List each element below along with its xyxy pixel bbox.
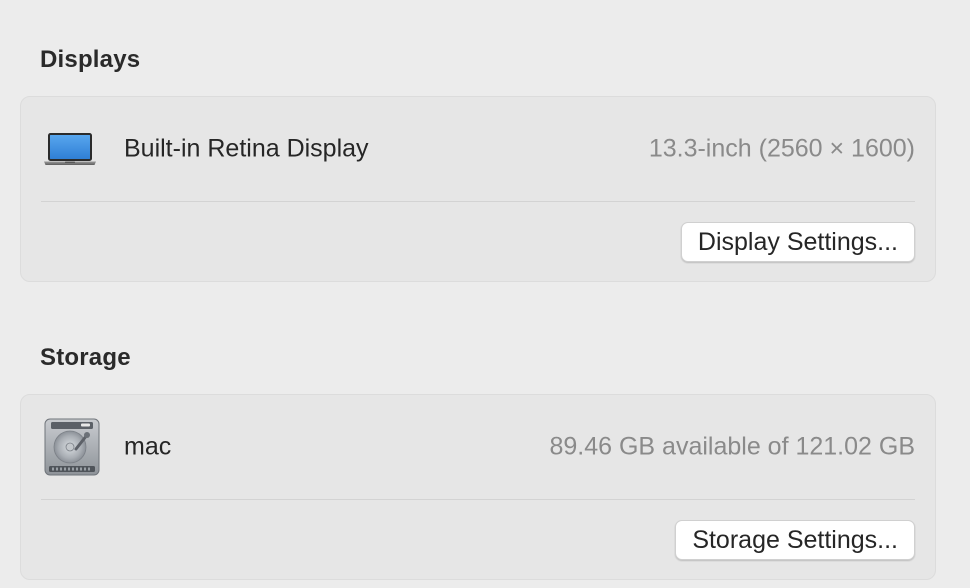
storage-row: mac 89.46 GB available of 121.02 GB (21, 395, 935, 499)
displays-section-title: Displays (40, 46, 141, 73)
laptop-icon (43, 132, 97, 166)
storage-section-title: Storage (40, 344, 131, 371)
storage-capacity: 89.46 GB available of 121.02 GB (549, 432, 915, 461)
displays-group: Built-in Retina Display 13.3-inch (2560 … (20, 96, 936, 282)
display-settings-button[interactable]: Display Settings... (680, 222, 915, 262)
displays-divider (41, 201, 915, 202)
storage-volume-name: mac (124, 432, 172, 461)
storage-group: mac 89.46 GB available of 121.02 GB Stor… (20, 394, 936, 580)
display-name: Built-in Retina Display (124, 134, 369, 163)
storage-divider (41, 499, 915, 500)
display-spec: 13.3-inch (2560 × 1600) (648, 134, 915, 163)
hard-drive-icon (43, 417, 101, 477)
storage-settings-button[interactable]: Storage Settings... (675, 520, 915, 560)
display-row: Built-in Retina Display 13.3-inch (2560 … (21, 97, 935, 201)
system-info-pane: Displays Built-in Retina Display 13.3-in… (0, 0, 970, 588)
